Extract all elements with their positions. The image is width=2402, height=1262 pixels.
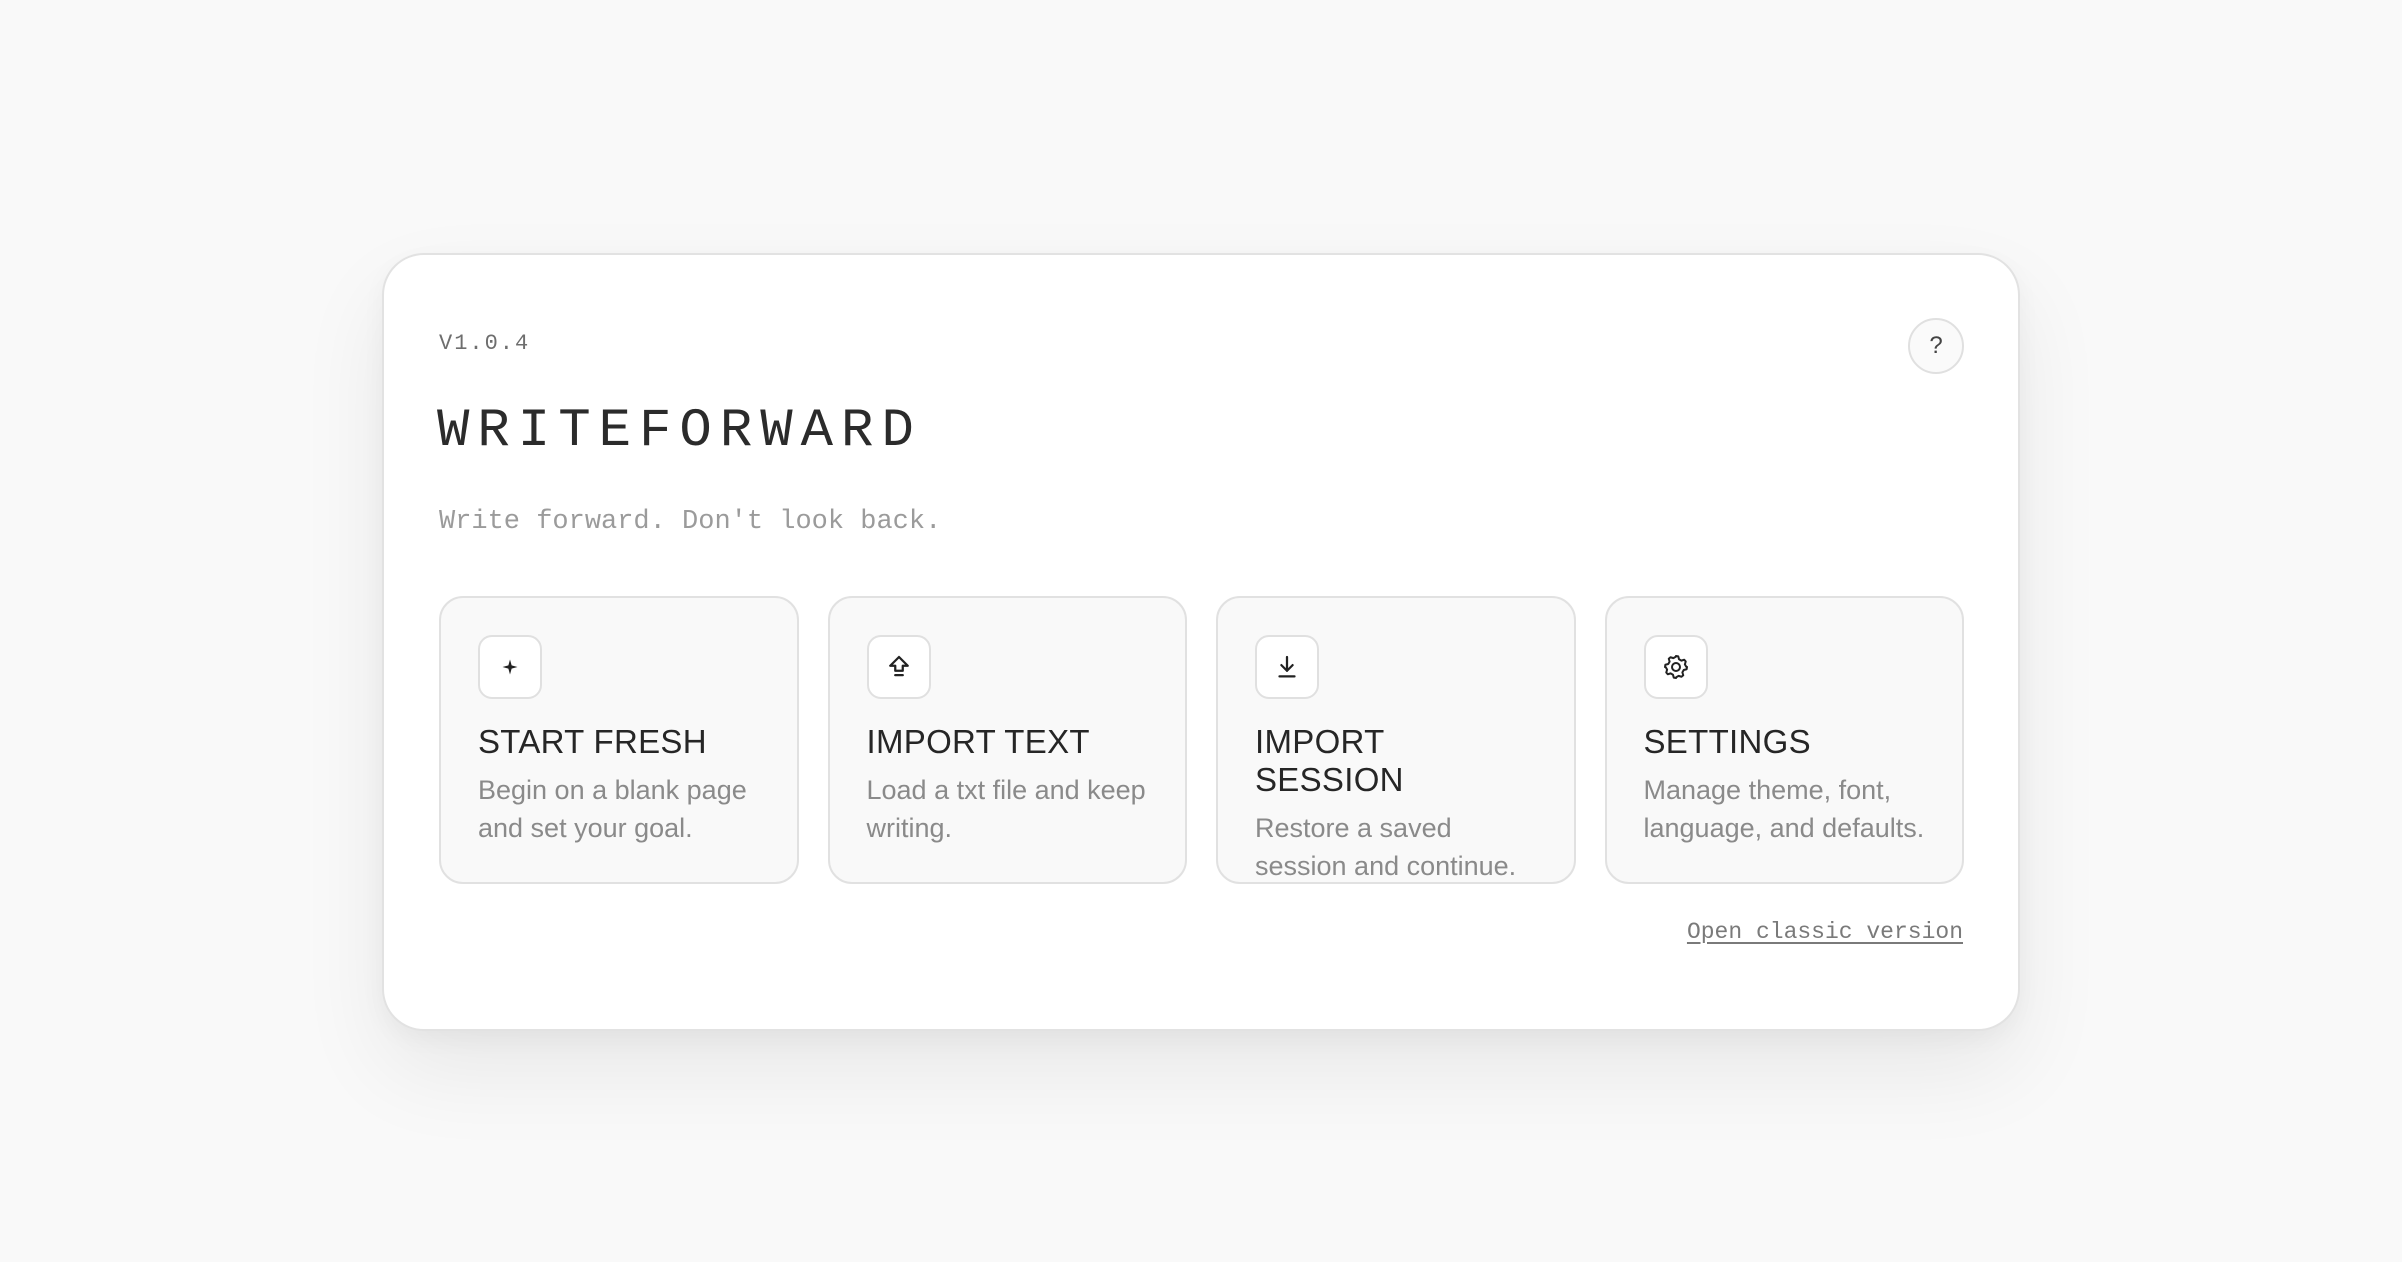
card-description: Manage theme, font, language, and defaul… <box>1643 774 1925 843</box>
card-title: START FRESH <box>478 723 707 760</box>
help-button[interactable]: ? <box>1908 318 1964 374</box>
open-classic-version-link[interactable]: Open classic version <box>1687 919 1963 945</box>
tagline: Write forward. Don't look back. <box>439 507 942 537</box>
import-session-card[interactable]: IMPORT SESSION Restore a saved session a… <box>1216 596 1576 884</box>
start-fresh-card[interactable]: START FRESH Begin on a blank page and se… <box>439 596 799 884</box>
card-title: SETTINGS <box>1643 723 1811 760</box>
card-title: IMPORT TEXT <box>866 723 1090 760</box>
settings-card[interactable]: SETTINGS Manage theme, font, language, a… <box>1604 596 1964 884</box>
download-icon <box>1255 635 1319 699</box>
card-description: Begin on a blank page and set your goal. <box>478 774 747 843</box>
sparkle-icon <box>478 635 542 699</box>
start-dialog: V1.0.4 ? WRITEFORWARD Write forward. Don… <box>382 253 2020 1031</box>
gear-icon <box>1643 635 1708 699</box>
upload-icon <box>866 635 931 699</box>
version-label: V1.0.4 <box>439 331 531 356</box>
action-cards: START FRESH Begin on a blank page and se… <box>439 596 1964 884</box>
app-title: WRITEFORWARD <box>437 401 922 462</box>
import-text-card[interactable]: IMPORT TEXT Load a txt file and keep wri… <box>827 596 1187 884</box>
card-description: Load a txt file and keep writing. <box>866 774 1146 843</box>
card-description: Restore a saved session and continue. <box>1255 812 1517 881</box>
card-title: IMPORT SESSION <box>1255 723 1404 798</box>
